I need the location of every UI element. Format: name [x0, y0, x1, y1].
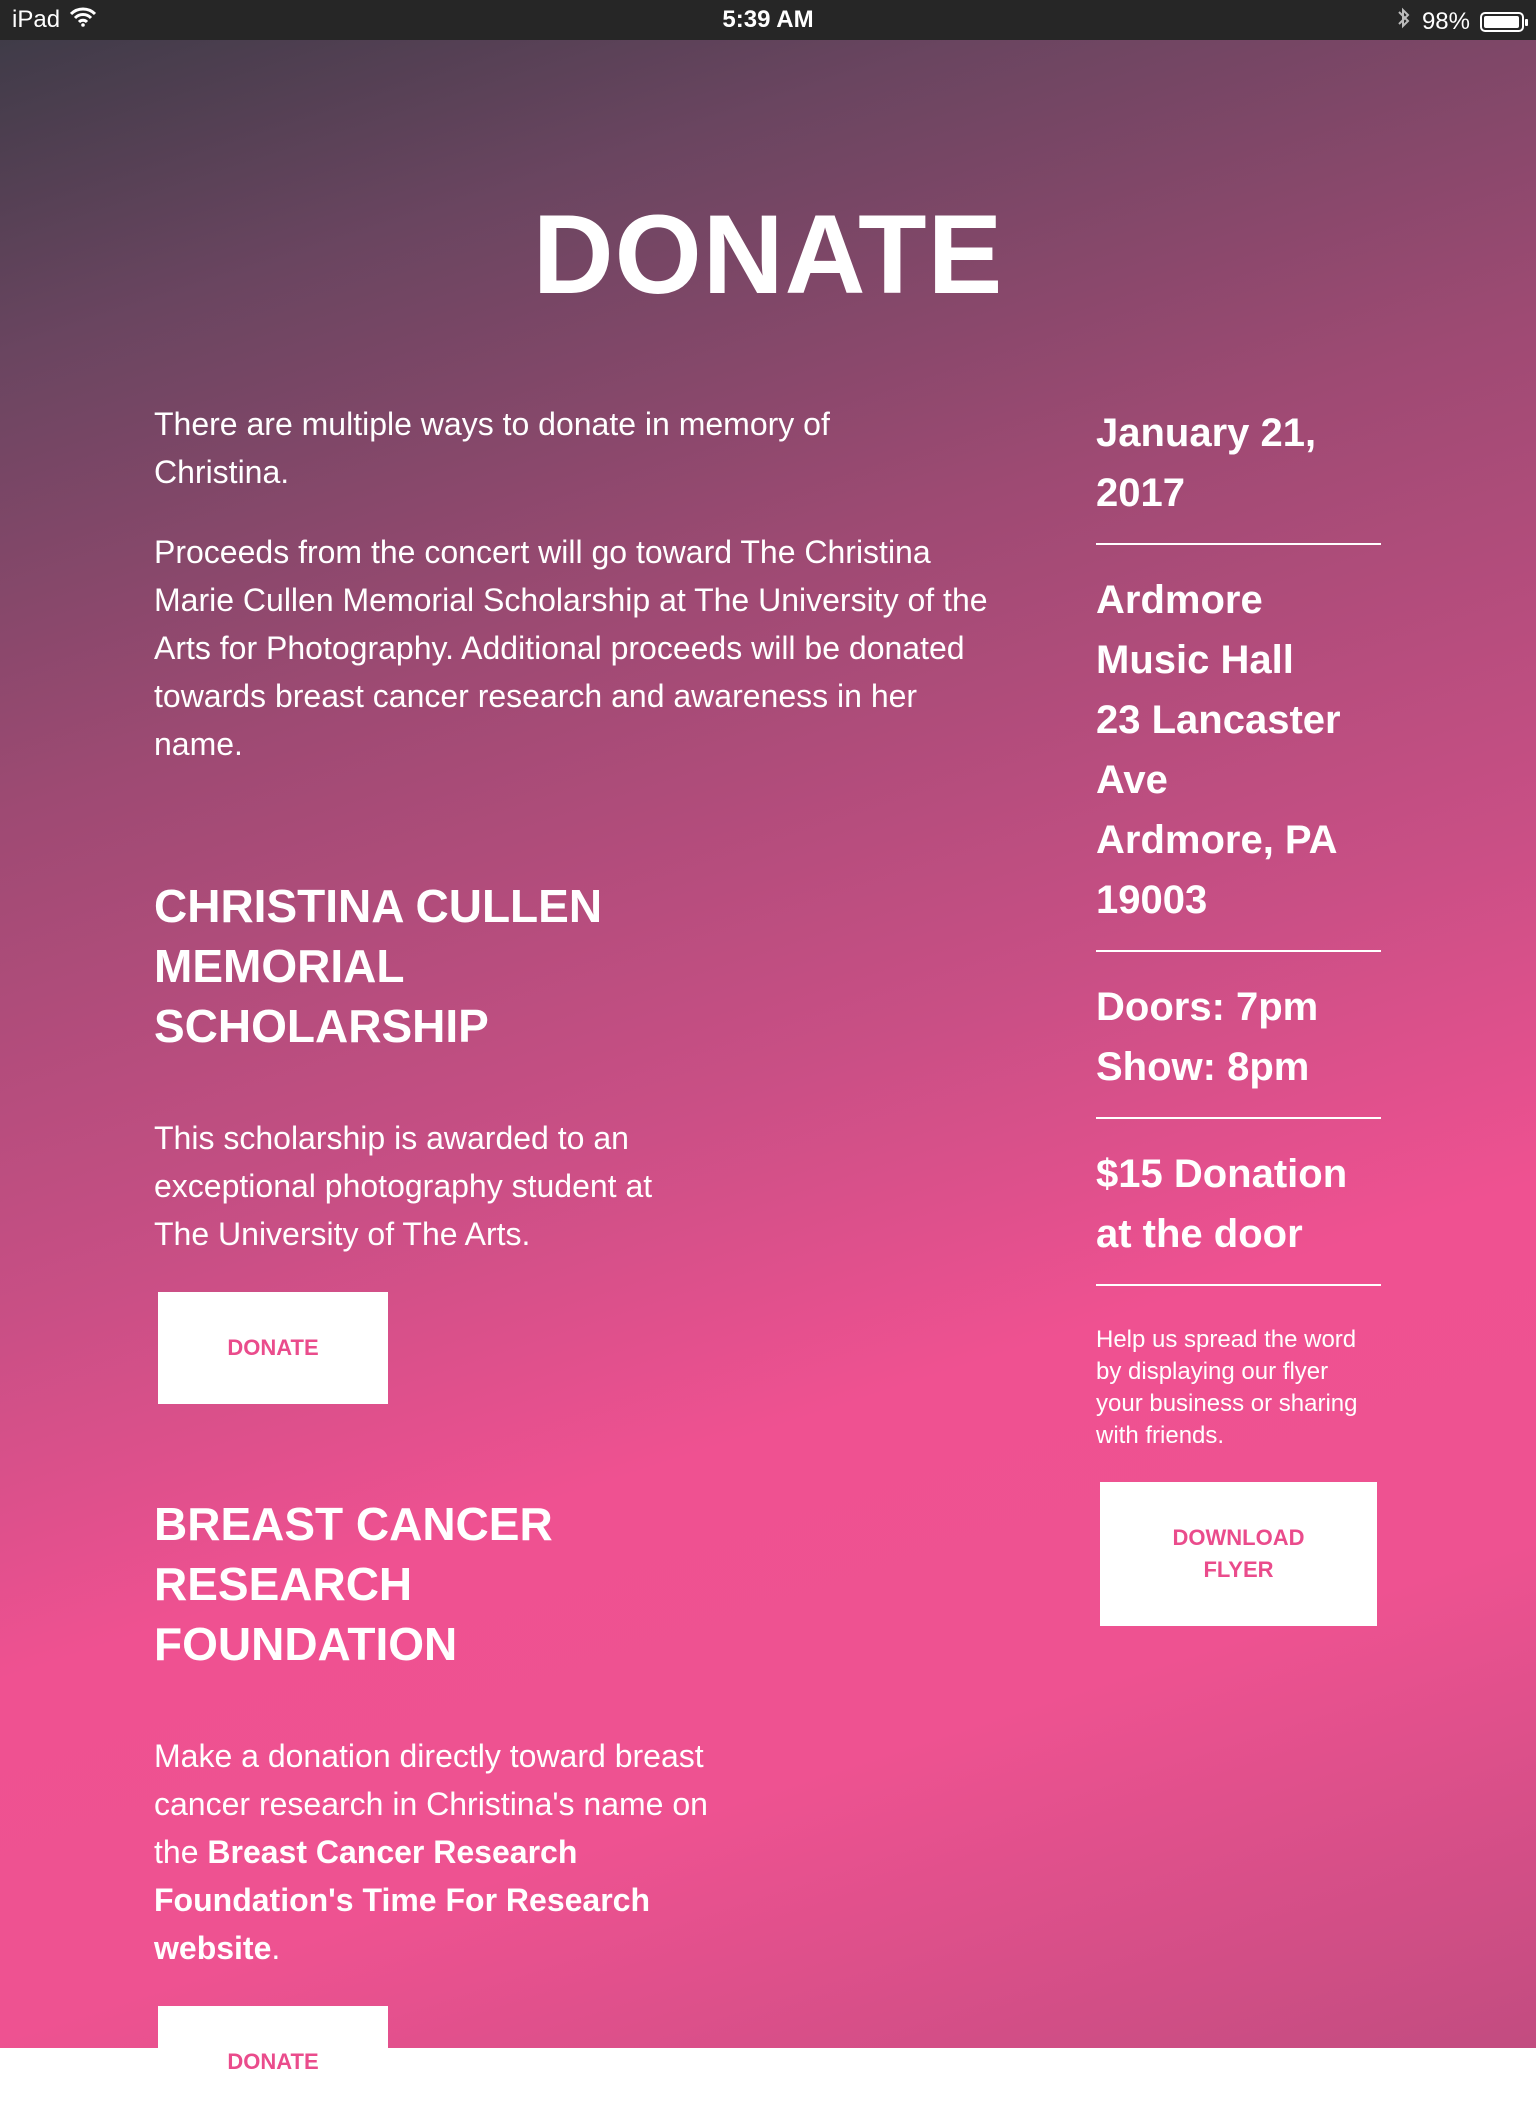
download-flyer-button[interactable]: DOWNLOAD FLYER — [1100, 1482, 1377, 1626]
battery-percent: 98% — [1421, 7, 1470, 35]
foundation-donate-button[interactable]: DONATE — [158, 2006, 388, 2118]
event-date: January 21, 2017 — [1096, 400, 1381, 543]
scholarship-heading-line-2: MEMORIAL — [154, 940, 405, 992]
price-line-1: $15 Donation — [1096, 1152, 1348, 1196]
share-text: Help us spread the word by displaying ou… — [1096, 1326, 1358, 1449]
show-time: Show: 8pm — [1096, 1045, 1310, 1089]
foundation-website-link[interactable]: Breast Cancer Research Foundation's Time… — [154, 1834, 650, 1966]
page-background: iPad 5:39 AM 98% DONATE There are multip… — [0, 0, 1536, 2118]
download-flyer-label-line-2: FLYER — [1203, 1557, 1274, 1582]
venue-line-3: 23 Lancaster — [1096, 698, 1341, 742]
foundation-heading-line-2: RESEARCH — [154, 1558, 413, 1610]
foundation-heading: BREAST CANCER RESEARCH FOUNDATION — [154, 1494, 994, 1674]
price-line-2: at the door — [1096, 1212, 1303, 1256]
event-times: Doors: 7pm Show: 8pm — [1096, 952, 1381, 1117]
event-date-line-1: January 21, — [1096, 411, 1317, 455]
scholarship-donate-button[interactable]: DONATE — [158, 1292, 388, 1404]
battery-icon — [1480, 11, 1528, 32]
status-time: 5:39 AM — [722, 6, 814, 33]
divider — [1096, 1284, 1381, 1286]
scholarship-heading: CHRISTINA CULLEN MEMORIAL SCHOLARSHIP — [154, 876, 994, 1056]
doors-time: Doors: 7pm — [1096, 985, 1319, 1029]
intro-paragraph-2: Proceeds from the concert will go toward… — [154, 534, 988, 762]
event-sidebar: January 21, 2017 Ardmore Music Hall 23 L… — [1096, 400, 1381, 1626]
foundation-heading-line-3: FOUNDATION — [154, 1618, 458, 1670]
scholarship-heading-line-1: CHRISTINA CULLEN — [154, 880, 603, 932]
event-venue: Ardmore Music Hall 23 Lancaster Ave Ardm… — [1096, 545, 1381, 950]
venue-line-2: Music Hall — [1096, 638, 1294, 682]
event-price: $15 Donation at the door — [1096, 1119, 1381, 1284]
venue-line-5: Ardmore, PA — [1096, 818, 1338, 862]
intro-paragraph-1: There are multiple ways to donate in mem… — [154, 406, 830, 490]
bluetooth-icon — [1396, 6, 1412, 37]
foundation-description: Make a donation directly toward breast c… — [154, 1732, 714, 1972]
venue-line-4: Ave — [1096, 758, 1168, 802]
venue-line-6: 19003 — [1096, 878, 1208, 922]
download-flyer-label-line-1: DOWNLOAD — [1172, 1525, 1305, 1550]
scholarship-description: This scholarship is awarded to an except… — [154, 1120, 653, 1252]
scholarship-heading-line-3: SCHOLARSHIP — [154, 1000, 489, 1052]
main-column: There are multiple ways to donate in mem… — [154, 400, 994, 2118]
venue-line-1: Ardmore — [1096, 578, 1263, 622]
event-date-line-2: 2017 — [1096, 471, 1185, 515]
foundation-text-after: . — [271, 1930, 281, 1966]
status-bar: iPad 5:39 AM 98% — [0, 0, 1536, 40]
foundation-heading-line-1: BREAST CANCER — [154, 1498, 553, 1550]
status-bar-right: 98% — [1396, 6, 1528, 37]
page-title: DONATE — [532, 192, 1004, 317]
